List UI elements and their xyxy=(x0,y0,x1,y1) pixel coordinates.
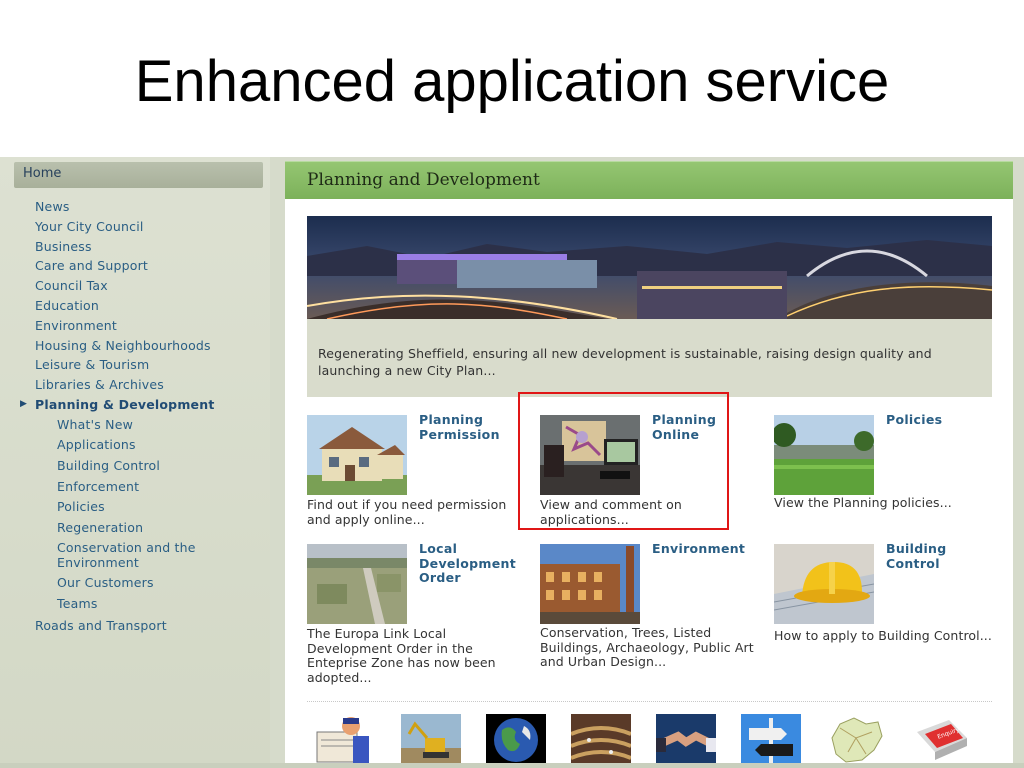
sidebar-nav: Home News Your City Council Business Car… xyxy=(0,157,270,768)
signpost-icon[interactable] xyxy=(741,714,801,766)
subnav-item-our-customers[interactable]: Our Customers xyxy=(0,573,270,594)
card-title[interactable]: Planning Permission xyxy=(419,412,529,442)
subnav-item-conservation[interactable]: Conservation and the Environment xyxy=(0,538,217,573)
sidebar-item-housing[interactable]: Housing & Neighbourhoods xyxy=(0,336,270,356)
subnav-item-applications[interactable]: Applications xyxy=(0,435,270,456)
sidebar-item-news[interactable]: News xyxy=(0,197,270,217)
divider xyxy=(307,701,992,702)
park-photo[interactable] xyxy=(774,415,874,495)
sidebar-item-leisure-tourism[interactable]: Leisure & Tourism xyxy=(0,355,270,375)
sidebar-item-your-city-council[interactable]: Your City Council xyxy=(0,217,270,237)
card-desc: How to apply to Building Control... xyxy=(774,628,992,643)
digger-icon[interactable] xyxy=(401,714,461,766)
sidebar-item-education[interactable]: Education xyxy=(0,296,270,316)
page-banner: Planning and Development xyxy=(285,161,1013,199)
scrollbar-bottom[interactable] xyxy=(0,763,1024,768)
aerial-photo[interactable] xyxy=(307,544,407,624)
subnav-item-regeneration[interactable]: Regeneration xyxy=(0,518,270,539)
slide-title: Enhanced application service xyxy=(134,49,890,114)
expanded-arrow-icon: ▶ xyxy=(20,398,28,409)
main-content: Planning and Development Regenerating Sh… xyxy=(285,161,1013,768)
subnav-item-policies[interactable]: Policies xyxy=(0,497,270,518)
handshake-icon[interactable] xyxy=(656,714,716,766)
sidebar-item-business[interactable]: Business xyxy=(0,237,270,257)
house-photo[interactable] xyxy=(307,415,407,495)
home-tab[interactable]: Home xyxy=(14,162,263,188)
sidebar-item-care-and-support[interactable]: Care and Support xyxy=(0,256,270,276)
card-desc: View the Planning policies... xyxy=(774,495,952,510)
card-desc: Find out if you need permission and appl… xyxy=(307,497,507,527)
highlight-box xyxy=(518,392,729,530)
card-title[interactable]: Local Development Order xyxy=(419,541,529,586)
council-chamber-icon[interactable] xyxy=(571,714,631,766)
globe-icon[interactable] xyxy=(486,714,546,766)
heritage-building-photo[interactable] xyxy=(540,544,640,624)
subnav-item-whats-new[interactable]: What's New xyxy=(0,415,270,436)
active-item-label: Planning & Development xyxy=(35,396,215,412)
sidebar-item-roads-transport[interactable]: Roads and Transport xyxy=(0,616,270,636)
sidebar-item-environment[interactable]: Environment xyxy=(0,316,270,336)
card-title[interactable]: Environment xyxy=(652,541,762,557)
hero-city-photo xyxy=(307,216,992,319)
sidebar-item-planning-development[interactable]: ▶ Planning & Development xyxy=(0,395,270,415)
card-desc: Conservation, Trees, Listed Buildings, A… xyxy=(540,625,754,669)
hardhat-photo[interactable] xyxy=(774,544,874,624)
card-desc: The Europa Link Local Development Order … xyxy=(307,626,496,685)
sidebar-item-libraries-archives[interactable]: Libraries & Archives xyxy=(0,375,270,395)
enquiry-key-graphic xyxy=(911,714,971,766)
city-map-icon[interactable] xyxy=(826,714,886,766)
subnav-item-building-control[interactable]: Building Control xyxy=(0,456,270,477)
bottom-icon-row: Enquiry xyxy=(285,714,1013,768)
enquiry-key-icon[interactable]: Enquiry xyxy=(911,714,971,766)
subnav-item-enforcement[interactable]: Enforcement xyxy=(0,477,270,498)
website-screenshot: Home News Your City Council Business Car… xyxy=(0,157,1024,768)
sidebar-item-council-tax[interactable]: Council Tax xyxy=(0,276,270,296)
nav-list: News Your City Council Business Care and… xyxy=(0,197,270,635)
card-title[interactable]: Building Control xyxy=(886,541,996,571)
intro-text: Regenerating Sheffield, ensuring all new… xyxy=(307,319,992,397)
card-title[interactable]: Policies xyxy=(886,412,996,428)
subnav-item-teams[interactable]: Teams xyxy=(0,594,270,615)
home-label: Home xyxy=(23,166,62,181)
page-heading: Planning and Development xyxy=(307,170,540,190)
newspaper-reader-icon[interactable] xyxy=(313,714,373,766)
